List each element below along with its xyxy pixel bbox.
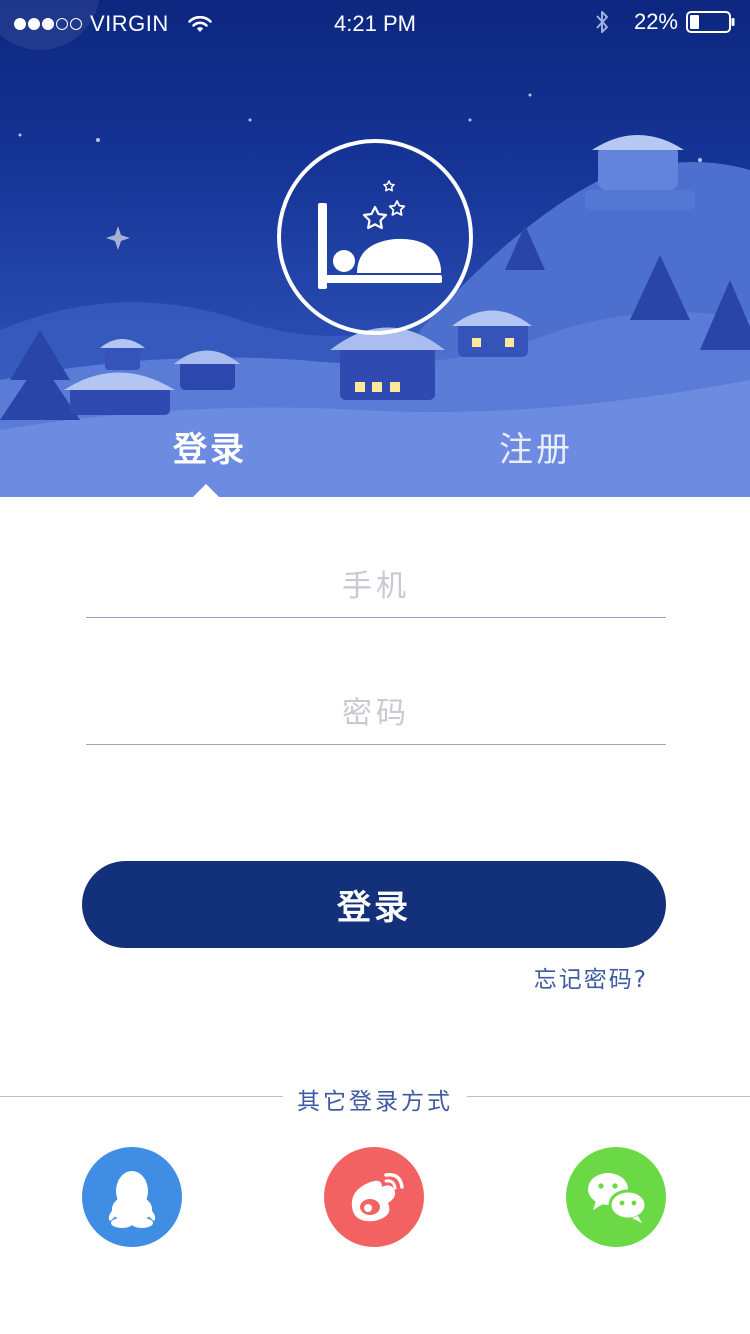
phone-input[interactable] (86, 556, 666, 617)
login-button[interactable]: 登录 (82, 861, 666, 948)
battery-icon (686, 11, 735, 33)
wechat-icon (588, 1173, 648, 1223)
hero-banner: VIRGIN 4:21 PM 22% 登录 注册 (0, 0, 750, 497)
forgot-password-link[interactable]: 忘记密码? (534, 960, 648, 994)
qq-login-button[interactable] (82, 1147, 182, 1247)
qq-icon (108, 1171, 156, 1228)
password-input[interactable] (86, 683, 666, 744)
tab-login[interactable]: 登录 (173, 422, 247, 471)
phone-field (86, 556, 666, 618)
sleeping-bed-icon (318, 180, 442, 289)
password-field (86, 683, 666, 745)
other-login-label: 其它登录方式 (297, 1089, 453, 1115)
tab-register[interactable]: 注册 (499, 422, 573, 471)
bluetooth-icon (596, 11, 608, 33)
battery-percent: 22% (633, 9, 678, 34)
wechat-login-button[interactable] (566, 1147, 666, 1247)
status-bar: VIRGIN 4:21 PM 22% (0, 0, 750, 46)
weibo-login-button[interactable] (324, 1147, 424, 1247)
app-logo (277, 139, 473, 335)
status-right: 22% (594, 9, 736, 35)
active-tab-indicator (193, 484, 219, 497)
weibo-icon (351, 1173, 404, 1222)
divider-right (467, 1096, 750, 1097)
